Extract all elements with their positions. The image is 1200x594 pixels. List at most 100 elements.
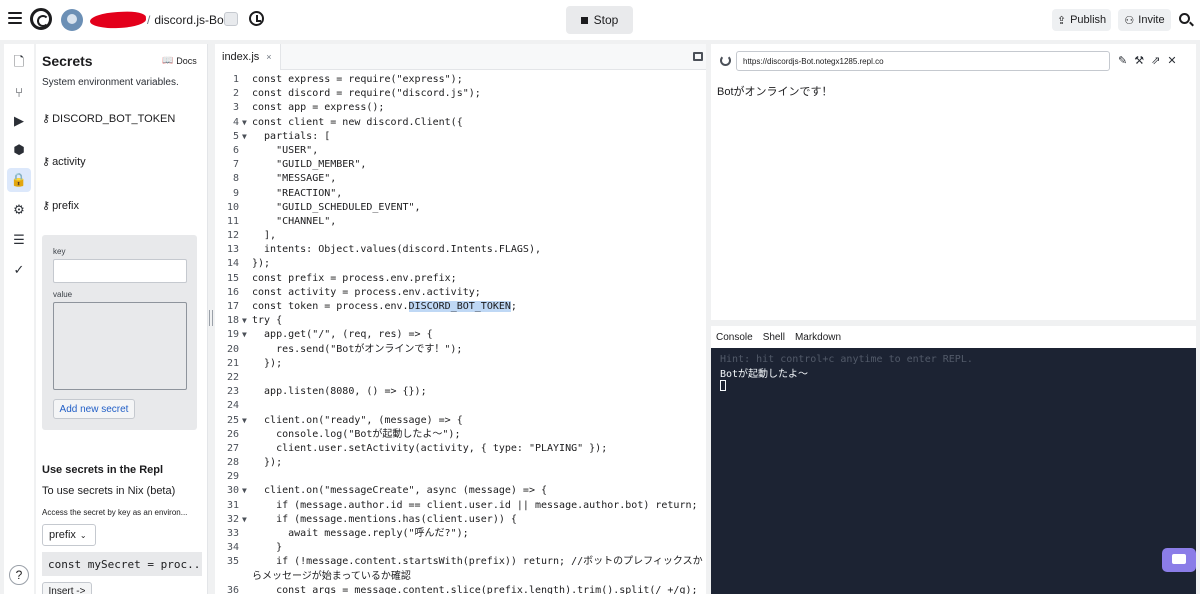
key-label: key	[53, 247, 66, 256]
selected-key: prefix	[49, 529, 76, 541]
tab-console[interactable]: Console	[716, 332, 753, 343]
fold-arrow-icon[interactable]: ▼	[242, 513, 247, 527]
fold-arrow-icon[interactable]: ▼	[242, 414, 247, 428]
secret-item-prefix[interactable]: ⚷ prefix	[42, 199, 79, 212]
code-text: });	[252, 258, 271, 270]
fold-arrow-icon[interactable]: ▼	[242, 130, 247, 144]
history-icon[interactable]	[249, 11, 264, 26]
database-icon[interactable]: ☰	[7, 228, 31, 252]
tab-markdown[interactable]: Markdown	[795, 332, 841, 343]
run-icon[interactable]: ▶	[7, 109, 31, 133]
code-text: "CHANNEL",	[252, 215, 337, 227]
settings-gear-icon[interactable]: ⚙	[7, 198, 31, 222]
secrets-lock-icon[interactable]: 🔒	[7, 168, 31, 192]
line-number: 25	[226, 414, 239, 426]
line-number: 13	[226, 244, 239, 256]
add-user-icon: ⚇	[1124, 13, 1135, 27]
line-number: 32	[226, 513, 239, 525]
docs-link[interactable]: 📖 Docs	[162, 56, 197, 66]
fold-arrow-icon[interactable]: ▼	[242, 116, 247, 130]
code-text: console.log("Botが起動したよ〜");	[252, 428, 461, 440]
replit-logo-icon[interactable]	[30, 8, 52, 30]
stop-icon	[580, 16, 588, 24]
redacted-username	[89, 10, 147, 30]
menu-icon[interactable]	[8, 12, 22, 26]
checkmark-icon[interactable]: ✓	[7, 258, 31, 282]
devtools-icon[interactable]: ⚒	[1134, 54, 1144, 67]
tab-index-js[interactable]: index.js ×	[215, 44, 281, 70]
secret-item-activity[interactable]: ⚷ activity	[42, 155, 86, 168]
help-button[interactable]: ?	[9, 565, 29, 585]
close-icon[interactable]: ✕	[1167, 54, 1176, 67]
line-number: 7	[232, 159, 239, 171]
code-text: らメッセージが始まっているか確認	[252, 570, 411, 582]
key-input[interactable]	[53, 259, 187, 283]
code-text: app.get("/", (req, res) => {	[252, 329, 433, 341]
line-number: 6	[232, 144, 239, 156]
value-input[interactable]	[53, 302, 187, 390]
line-number: 18	[226, 315, 239, 327]
editor-tab-bar: index.js ×	[215, 44, 706, 70]
fold-arrow-icon[interactable]: ▼	[242, 328, 247, 342]
panel-resize-handle[interactable]	[209, 310, 213, 326]
add-secret-button[interactable]: Add new secret	[53, 399, 135, 419]
key-icon: ⚷	[42, 155, 51, 168]
code-text: res.send("Botがオンラインです！");	[252, 343, 463, 355]
secrets-subtitle: System environment variables.	[42, 77, 179, 88]
console-hint: Hint: hit control+c anytime to enter REP…	[720, 354, 973, 365]
line-number: 9	[232, 187, 239, 199]
code-line: 15 const prefix = process.env.prefix;	[215, 272, 706, 286]
editor-menu-icon[interactable]	[693, 52, 703, 61]
packages-icon[interactable]: ⬢	[7, 138, 31, 162]
code-line: 21 });	[215, 357, 706, 371]
code-line: 28 });	[215, 456, 706, 470]
invite-label: Invite	[1138, 14, 1165, 26]
repl-badge-icon[interactable]	[224, 12, 238, 26]
code-area[interactable]: 1 const express = require("express"); 2 con…	[215, 73, 706, 594]
access-description: Access the secret by key as an environ..…	[42, 508, 188, 517]
line-number: 22	[226, 371, 239, 383]
book-icon: 📖	[162, 56, 174, 66]
code-line: 7 "GUILD_MEMBER",	[215, 158, 706, 172]
fold-arrow-icon[interactable]: ▼	[242, 484, 247, 498]
version-control-icon[interactable]: ⑂	[7, 81, 31, 105]
reload-icon[interactable]	[720, 55, 731, 66]
upload-icon: ⇪	[1056, 13, 1067, 27]
secret-key-select[interactable]: prefix ⌄	[42, 524, 96, 546]
code-line: らメッセージが始まっているか確認	[215, 570, 706, 584]
code-text: ],	[252, 230, 277, 242]
avatar[interactable]	[61, 9, 83, 31]
invite-button[interactable]: ⚇ Invite	[1118, 9, 1171, 31]
fold-arrow-icon[interactable]: ▼	[242, 314, 247, 328]
selected-text: DISCORD_BOT_TOKEN	[408, 301, 511, 312]
secret-item-discord-bot-token[interactable]: ⚷ DISCORD_BOT_TOKEN	[42, 112, 175, 125]
code-text: const app = express();	[252, 102, 385, 114]
publish-label: Publish	[1070, 14, 1107, 26]
tab-shell[interactable]: Shell	[763, 332, 785, 343]
code-text: if (message.author.id == client.user.id …	[252, 499, 698, 511]
chat-button[interactable]	[1162, 548, 1196, 572]
stop-button[interactable]: Stop	[566, 6, 633, 34]
console-output[interactable]: Hint: hit control+c anytime to enter REP…	[711, 348, 1196, 594]
code-line: 5 ▼ partials: [	[215, 130, 706, 144]
code-text: const client = new discord.Client({	[252, 116, 463, 128]
files-icon[interactable]: 🗋	[7, 52, 31, 76]
code-text: client.user.setActivity(activity, { type…	[252, 442, 608, 454]
open-new-tab-icon[interactable]: ⇗	[1151, 54, 1160, 67]
repl-title[interactable]: / discord.js-Bot	[147, 13, 227, 27]
url-bar[interactable]: https://discordjs-Bot.notegx1285.repl.co	[736, 51, 1110, 71]
insert-button[interactable]: Insert ->	[42, 582, 92, 594]
publish-button[interactable]: ⇪ Publish	[1052, 9, 1111, 31]
tool-rail: 🗋 ⑂ ▶ ⬢ 🔒 ⚙ ☰ ✓	[4, 44, 34, 594]
search-icon[interactable]	[1179, 13, 1190, 24]
line-number: 33	[226, 528, 239, 539]
edit-icon[interactable]: ✎	[1118, 54, 1127, 67]
nix-secrets-link[interactable]: To use secrets in Nix (beta)	[42, 485, 175, 497]
close-icon[interactable]: ×	[266, 52, 271, 62]
line-number: 1	[232, 74, 239, 85]
line-number: 17	[226, 301, 239, 312]
webview-panel: https://discordjs-Bot.notegx1285.repl.co…	[711, 44, 1196, 320]
code-line: 22	[215, 371, 706, 385]
code-editor: index.js × 1 const express = require("exp…	[215, 44, 706, 594]
line-number: 27	[226, 442, 239, 454]
